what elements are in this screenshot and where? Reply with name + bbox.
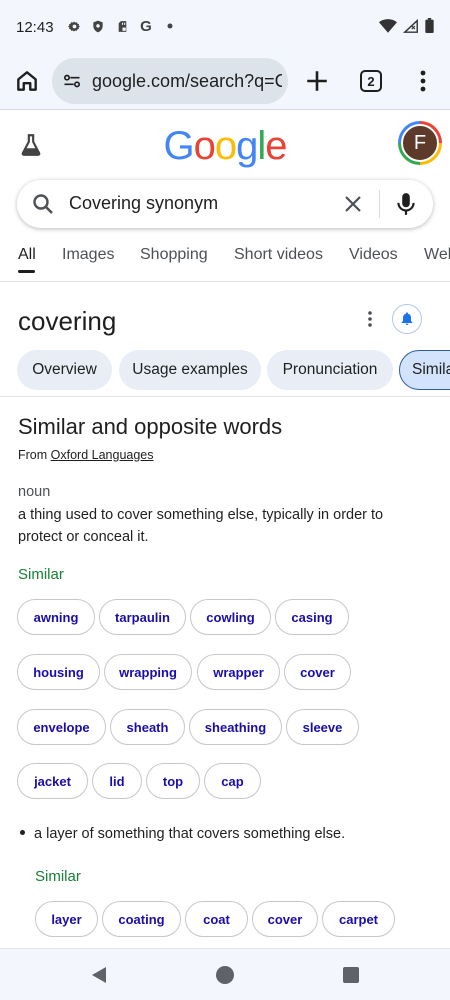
logo-letter: o <box>214 124 237 168</box>
synonym-chip[interactable]: wrapping <box>104 654 192 690</box>
site-settings-icon[interactable] <box>62 71 82 91</box>
synonym-chip[interactable]: coating <box>102 901 181 937</box>
synonym-chip[interactable]: cowling <box>190 599 271 635</box>
microphone-icon[interactable] <box>393 191 419 217</box>
address-bar[interactable]: google.com/search?q=C <box>52 58 288 104</box>
synonym-chip[interactable]: envelope <box>17 709 106 745</box>
definition-text: a thing used to cover something else, ty… <box>18 507 384 545</box>
tab-shopping[interactable]: Shopping <box>140 246 208 264</box>
logo-letter: e <box>265 124 287 168</box>
synonym-chip[interactable]: cover <box>284 654 351 690</box>
search-tabs: All Images Shopping Short videos Videos … <box>0 232 450 282</box>
logo-letter: G <box>163 124 194 168</box>
browser-toolbar: google.com/search?q=C 2 <box>0 56 450 110</box>
search-box[interactable] <box>17 180 433 228</box>
close-icon[interactable] <box>341 192 365 216</box>
similar-label-2: Similar <box>35 868 81 885</box>
status-icons-right <box>379 18 434 38</box>
synonym-chip[interactable]: sleeve <box>286 709 359 745</box>
home-icon <box>17 71 37 91</box>
chip-similar[interactable]: Simila <box>399 350 450 390</box>
tab-all[interactable]: All <box>18 246 36 264</box>
recents-icon[interactable] <box>343 967 359 983</box>
back-icon[interactable] <box>90 966 108 984</box>
active-tab-indicator <box>18 270 35 273</box>
sd-card-icon <box>114 18 130 34</box>
avatar: F <box>401 124 439 162</box>
section-chips: Overview Usage examples Pronunciation Si… <box>0 350 450 390</box>
search-icon <box>33 194 53 214</box>
synonym-chip[interactable]: sheathing <box>189 709 282 745</box>
synonym-chip[interactable]: housing <box>17 654 100 690</box>
menu-button[interactable] <box>414 68 432 94</box>
new-tab-button[interactable] <box>304 68 330 94</box>
synonym-chip[interactable]: casing <box>275 599 349 635</box>
source-link[interactable]: Oxford Languages <box>51 448 154 462</box>
search-input[interactable] <box>69 193 329 214</box>
divider <box>0 396 450 397</box>
synonym-chip[interactable]: wrapper <box>197 654 280 690</box>
more-vert-icon <box>420 70 426 92</box>
battery-icon <box>425 18 434 38</box>
status-time: 12:43 <box>16 19 54 36</box>
gear-icon <box>66 18 82 34</box>
home-button[interactable] <box>14 68 40 94</box>
tab-short-videos[interactable]: Short videos <box>234 246 323 264</box>
status-bar: 12:43 G <box>0 0 450 56</box>
notification-button[interactable] <box>392 304 422 334</box>
google-logo[interactable]: Google <box>0 124 450 169</box>
chip-overview[interactable]: Overview <box>17 350 112 390</box>
synonym-chip[interactable]: lid <box>92 763 142 799</box>
system-nav-bar <box>0 948 450 1000</box>
account-avatar-button[interactable]: F <box>398 121 442 165</box>
definition-text-2: a layer of something that covers somethi… <box>34 826 346 842</box>
url-text[interactable]: google.com/search?q=C <box>92 71 282 92</box>
word-title: covering <box>18 306 117 336</box>
synonym-chip[interactable]: tarpaulin <box>99 599 186 635</box>
source-line: From Oxford Languages <box>18 448 154 462</box>
status-icons-left: G <box>66 17 178 35</box>
synonym-chip[interactable]: coat <box>185 901 248 937</box>
chip-pronunciation[interactable]: Pronunciation <box>267 350 393 390</box>
part-of-speech: noun <box>18 484 51 500</box>
section-heading: Similar and opposite words <box>18 414 283 439</box>
signal-icon <box>403 18 419 38</box>
logo-letter: o <box>193 124 216 168</box>
source-prefix: From <box>18 448 48 462</box>
tab-web[interactable]: Web <box>424 246 450 264</box>
synonym-chip[interactable]: sheath <box>110 709 185 745</box>
plus-icon <box>307 71 327 91</box>
similar-label: Similar <box>18 566 64 583</box>
g-icon: G <box>140 17 152 35</box>
chip-usage-examples[interactable]: Usage examples <box>119 350 261 390</box>
synonym-chip[interactable]: top <box>146 763 200 799</box>
synonym-chip[interactable]: layer <box>35 901 98 937</box>
shield-icon <box>90 18 106 34</box>
bullet-dot <box>20 829 25 835</box>
synonym-chip[interactable]: cover <box>252 901 318 937</box>
synonym-chip[interactable]: carpet <box>322 901 395 937</box>
tab-videos[interactable]: Videos <box>349 246 398 264</box>
synonym-chip[interactable]: awning <box>17 599 95 635</box>
tab-switcher-button[interactable]: 2 <box>360 70 382 92</box>
home-nav-icon[interactable] <box>216 966 234 984</box>
search-divider <box>379 190 380 218</box>
definition-bullet: a layer of something that covers somethi… <box>20 826 345 842</box>
dot-icon <box>162 18 178 34</box>
tab-images[interactable]: Images <box>62 246 114 264</box>
bell-icon <box>401 312 413 325</box>
logo-letter: g <box>236 124 258 168</box>
synonym-chip[interactable]: cap <box>204 763 261 799</box>
wifi-icon <box>379 18 397 38</box>
synonym-chip[interactable]: jacket <box>17 763 88 799</box>
more-options-icon[interactable] <box>362 308 378 330</box>
